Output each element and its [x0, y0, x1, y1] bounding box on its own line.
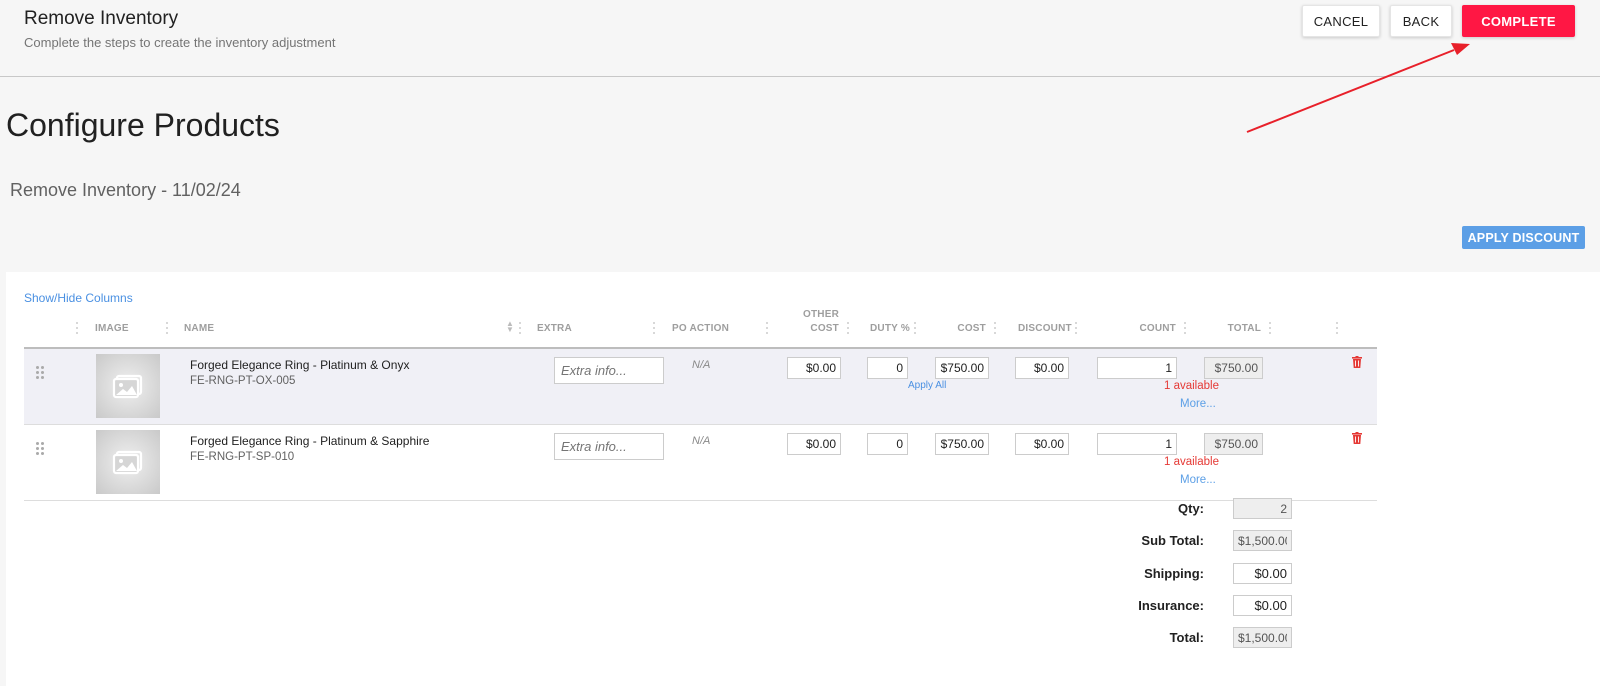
- column-header-discount: DISCOUNT: [1018, 323, 1072, 334]
- extra-info-input[interactable]: [554, 433, 664, 460]
- column-header-duty: DUTY %: [870, 323, 910, 334]
- back-button[interactable]: BACK: [1390, 5, 1452, 37]
- more-link[interactable]: More...: [1180, 398, 1216, 410]
- column-header-other-cost-line2: COST: [810, 323, 839, 334]
- qty-field: [1233, 498, 1292, 519]
- column-resize-handle[interactable]: [519, 322, 523, 338]
- total-field: [1233, 627, 1292, 648]
- discount-input[interactable]: [1015, 433, 1069, 455]
- header-subtitle: Complete the steps to create the invento…: [24, 35, 336, 50]
- column-resize-handle[interactable]: [166, 322, 170, 338]
- page-title: Configure Products: [6, 107, 280, 143]
- column-header-other-cost-line1: OTHER: [803, 309, 839, 320]
- duty-input[interactable]: [867, 357, 908, 379]
- column-header-po-action: PO ACTION: [672, 323, 729, 334]
- available-count: 1 available: [1164, 380, 1219, 392]
- product-image-placeholder: [96, 430, 160, 494]
- column-header-count: COUNT: [1139, 323, 1176, 334]
- image-icon: [112, 374, 143, 399]
- cancel-button[interactable]: CANCEL: [1302, 5, 1380, 37]
- show-hide-columns-link[interactable]: Show/Hide Columns: [24, 291, 133, 305]
- product-sku: FE-RNG-PT-OX-005: [190, 375, 296, 387]
- other-cost-input[interactable]: [787, 357, 841, 379]
- cost-input[interactable]: [935, 357, 989, 379]
- product-image-placeholder: [96, 354, 160, 418]
- column-header-name[interactable]: NAME: [184, 322, 214, 336]
- page-header: Remove Inventory Complete the steps to c…: [0, 0, 1600, 77]
- column-resize-handle[interactable]: [914, 322, 918, 338]
- products-panel: Show/Hide Columns IMAGE NAME ▲ ▼ EXTRA PO…: [6, 272, 1600, 686]
- delete-icon[interactable]: [1352, 356, 1362, 368]
- apply-all-link[interactable]: Apply All: [908, 380, 946, 391]
- shipping-label: Shipping:: [1144, 566, 1204, 581]
- available-count: 1 available: [1164, 456, 1219, 468]
- product-name: Forged Elegance Ring - Platinum & Sapphi…: [190, 434, 430, 448]
- po-action-value: N/A: [692, 359, 711, 371]
- column-resize-handle[interactable]: [653, 322, 657, 338]
- column-header-total: TOTAL: [1227, 323, 1261, 334]
- other-cost-input[interactable]: [787, 433, 841, 455]
- row-total-field: [1204, 433, 1263, 455]
- delete-icon[interactable]: [1352, 432, 1362, 444]
- column-resize-handle[interactable]: [766, 322, 770, 338]
- drag-handle-icon[interactable]: [36, 366, 46, 382]
- row-total-field: [1204, 357, 1263, 379]
- insurance-label: Insurance:: [1138, 598, 1204, 613]
- subtotal-label: Sub Total:: [1141, 533, 1204, 548]
- table-row: Forged Elegance Ring - Platinum & Onyx F…: [24, 349, 1377, 425]
- product-sku: FE-RNG-PT-SP-010: [190, 451, 295, 463]
- table-row: Forged Elegance Ring - Platinum & Sapphi…: [24, 425, 1377, 501]
- image-icon: [112, 450, 143, 475]
- column-resize-handle[interactable]: [1269, 322, 1273, 338]
- qty-label: Qty:: [1178, 501, 1204, 516]
- drag-handle-icon[interactable]: [36, 442, 46, 458]
- column-header-other-cost: OTHER COST: [789, 308, 839, 336]
- column-header-image: IMAGE: [95, 323, 129, 334]
- count-input[interactable]: [1097, 357, 1177, 379]
- subtotal-field: [1233, 530, 1292, 551]
- column-resize-handle[interactable]: [76, 322, 80, 338]
- shipping-input[interactable]: [1233, 563, 1292, 584]
- discount-input[interactable]: [1015, 357, 1069, 379]
- column-header-cost: COST: [957, 323, 986, 334]
- header-title: Remove Inventory: [24, 8, 179, 29]
- more-link[interactable]: More...: [1180, 474, 1216, 486]
- duty-input[interactable]: [867, 433, 908, 455]
- complete-button[interactable]: COMPLETE: [1462, 5, 1575, 37]
- column-header-extra: EXTRA: [537, 323, 572, 334]
- sort-icon[interactable]: ▲ ▼: [506, 320, 514, 334]
- product-name: Forged Elegance Ring - Platinum & Onyx: [190, 358, 410, 372]
- document-title: Remove Inventory - 11/02/24: [10, 180, 241, 200]
- apply-discount-button[interactable]: APPLY DISCOUNT: [1462, 226, 1585, 249]
- cost-input[interactable]: [935, 433, 989, 455]
- column-resize-handle[interactable]: [1336, 322, 1340, 338]
- extra-info-input[interactable]: [554, 357, 664, 384]
- column-resize-handle[interactable]: [1075, 322, 1079, 338]
- column-resize-handle[interactable]: [1184, 322, 1188, 338]
- insurance-input[interactable]: [1233, 595, 1292, 616]
- po-action-value: N/A: [692, 435, 711, 447]
- count-input[interactable]: [1097, 433, 1177, 455]
- total-label: Total:: [1169, 630, 1204, 645]
- column-resize-handle[interactable]: [994, 322, 998, 338]
- column-resize-handle[interactable]: [847, 322, 851, 338]
